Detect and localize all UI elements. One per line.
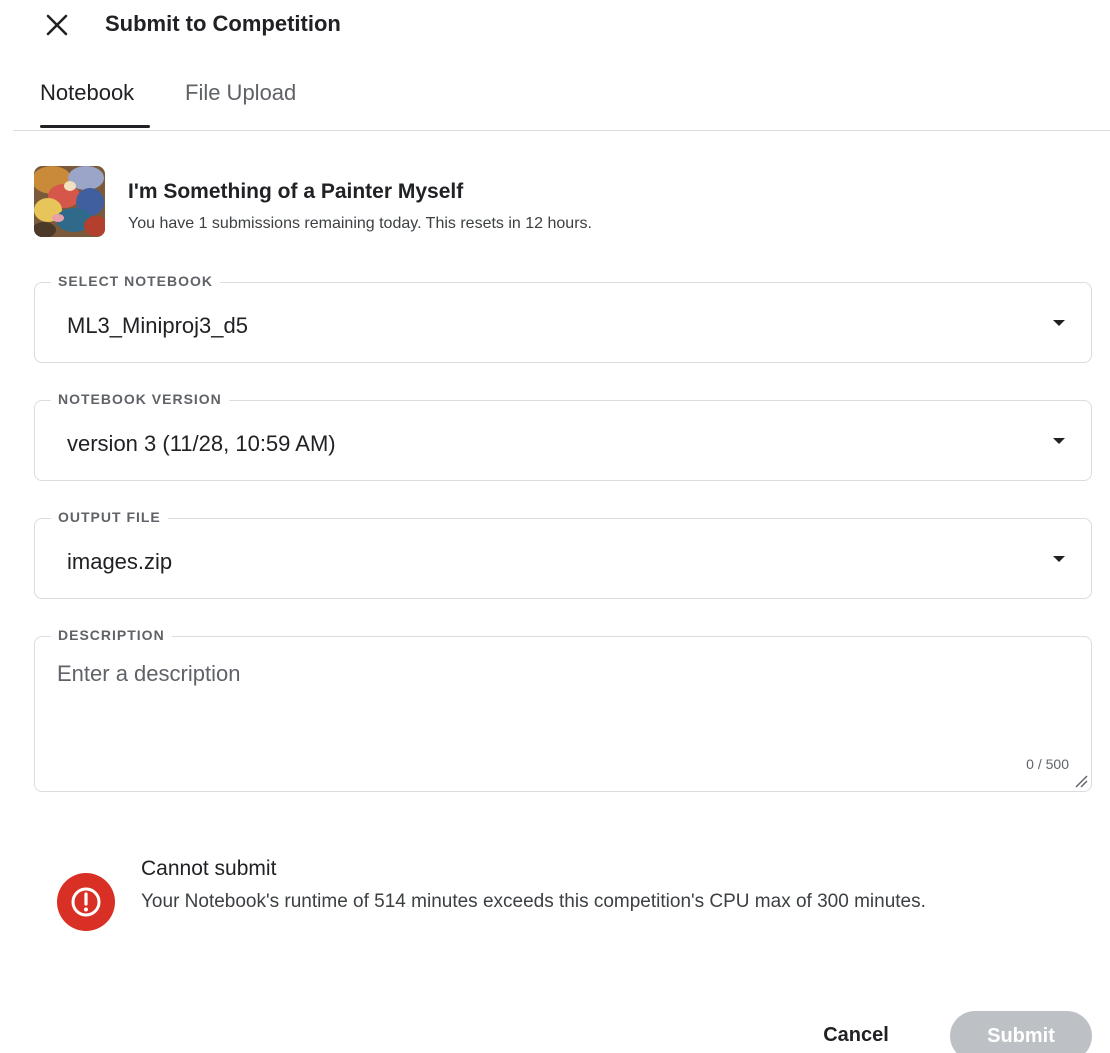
- field-label: SELECT NOTEBOOK: [51, 273, 221, 289]
- notebook-version-dropdown[interactable]: NOTEBOOK VERSION version 3 (11/28, 10:59…: [34, 391, 1092, 481]
- field-label: OUTPUT FILE: [51, 509, 168, 525]
- error-title: Cannot submit: [141, 857, 277, 880]
- description-input[interactable]: [57, 661, 1067, 741]
- character-count: 0 / 500: [1026, 756, 1069, 772]
- dialog-header: Submit to Competition: [0, 0, 1110, 50]
- tabs-divider: [13, 130, 1110, 131]
- close-icon: [46, 14, 68, 36]
- submit-button[interactable]: Submit: [950, 1011, 1092, 1053]
- active-tab-indicator: [40, 125, 150, 128]
- description-field: DESCRIPTION 0 / 500: [34, 627, 1092, 792]
- field-label: NOTEBOOK VERSION: [51, 391, 229, 407]
- error-icon: [57, 873, 115, 931]
- select-notebook-dropdown[interactable]: SELECT NOTEBOOK ML3_Miniproj3_d5: [34, 273, 1092, 363]
- chevron-down-icon[interactable]: [1053, 438, 1065, 444]
- close-button[interactable]: [40, 8, 74, 42]
- tab-bar: Notebook File Upload: [0, 70, 1110, 131]
- submit-dialog: Submit to Competition Notebook File Uplo…: [0, 0, 1110, 1053]
- competition-title: I'm Something of a Painter Myself: [128, 180, 464, 203]
- field-label: DESCRIPTION: [51, 627, 172, 643]
- tab-file-upload[interactable]: File Upload: [185, 80, 296, 130]
- cancel-button[interactable]: Cancel: [800, 1012, 912, 1053]
- tab-notebook[interactable]: Notebook: [40, 80, 134, 130]
- notebook-value: ML3_Miniproj3_d5: [67, 313, 248, 338]
- dialog-title: Submit to Competition: [105, 11, 341, 36]
- submissions-remaining: You have 1 submissions remaining today. …: [128, 215, 592, 232]
- chevron-down-icon[interactable]: [1053, 556, 1065, 562]
- resize-handle-icon[interactable]: [1074, 774, 1088, 788]
- competition-thumbnail: [34, 166, 105, 237]
- output-value: images.zip: [67, 549, 173, 574]
- output-file-dropdown[interactable]: OUTPUT FILE images.zip: [34, 509, 1092, 599]
- version-value: version 3 (11/28, 10:59 AM): [67, 431, 336, 456]
- chevron-down-icon[interactable]: [1053, 320, 1065, 326]
- error-message: Your Notebook's runtime of 514 minutes e…: [141, 891, 926, 912]
